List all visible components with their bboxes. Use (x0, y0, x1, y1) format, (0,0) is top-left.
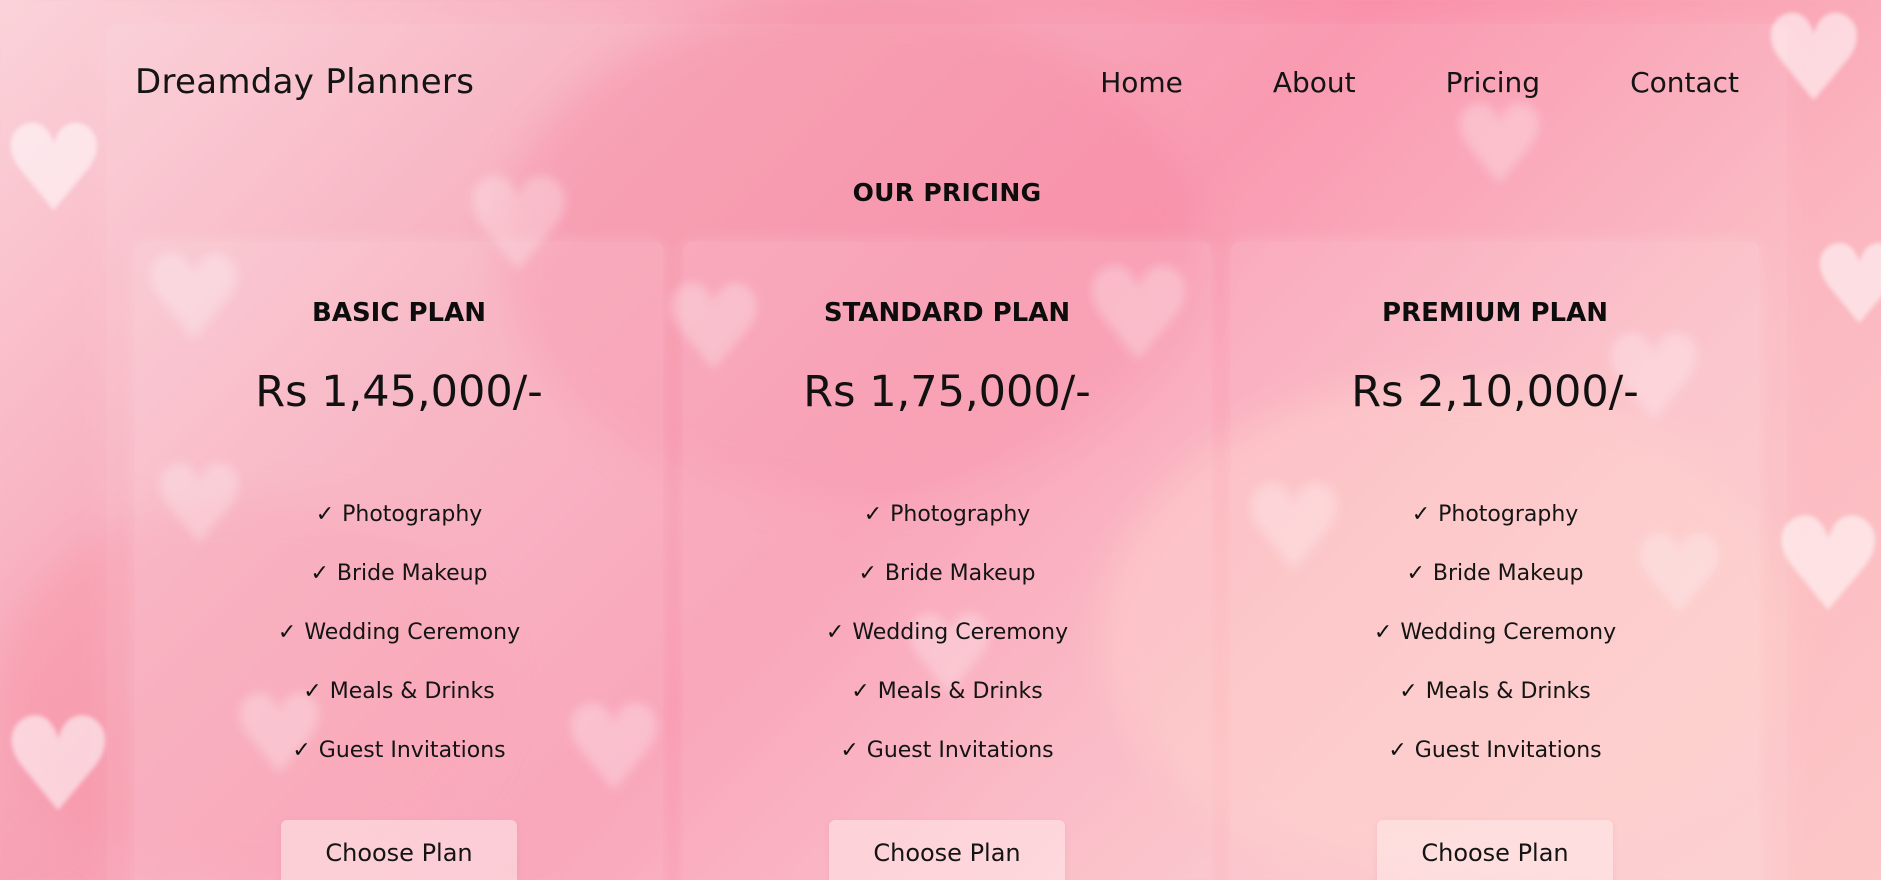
feature-item: ✓ Meals & Drinks (1231, 679, 1759, 738)
main-nav: Home About Pricing Contact (1100, 66, 1739, 99)
pricing-cards: BASIC PLAN Rs 1,45,000/- ✓ Photography ✓ B… (135, 242, 1759, 880)
feature-item: ✓ Photography (135, 502, 663, 561)
feature-label: Photography (1438, 502, 1579, 527)
choose-plan-button[interactable]: Choose Plan (1377, 820, 1613, 880)
plan-title: PREMIUM PLAN (1382, 298, 1608, 328)
feature-label: Wedding Ceremony (1400, 620, 1617, 645)
heart-icon: ♥ (0, 100, 108, 239)
nav-home[interactable]: Home (1100, 66, 1183, 99)
feature-label: Photography (890, 502, 1031, 527)
page-container: Dreamday Planners Home About Pricing Con… (107, 24, 1787, 880)
feature-label: Wedding Ceremony (304, 620, 521, 645)
check-icon: ✓ (825, 620, 845, 645)
feature-list: ✓ Photography ✓ Bride Makeup ✓ Wedding Cere… (135, 502, 663, 797)
feature-label: Wedding Ceremony (852, 620, 1069, 645)
nav-contact[interactable]: Contact (1630, 66, 1739, 99)
feature-label: Guest Invitations (866, 738, 1054, 763)
check-icon: ✓ (1388, 738, 1407, 763)
plan-price: Rs 2,10,000/- (1351, 367, 1639, 417)
nav-pricing[interactable]: Pricing (1446, 66, 1540, 99)
choose-plan-button[interactable]: Choose Plan (281, 820, 517, 880)
plan-card-premium: PREMIUM PLAN Rs 2,10,000/- ✓ Photography … (1231, 242, 1759, 880)
feature-label: Meals & Drinks (877, 679, 1043, 704)
plan-title: BASIC PLAN (312, 298, 486, 328)
brand-logo-text[interactable]: Dreamday Planners (135, 62, 474, 102)
feature-item: ✓ Photography (1231, 502, 1759, 561)
check-icon: ✓ (851, 679, 870, 704)
feature-label: Bride Makeup (884, 561, 1036, 586)
feature-list: ✓ Photography ✓ Bride Makeup ✓ Wedding Cere… (683, 502, 1211, 797)
check-icon: ✓ (1411, 502, 1431, 527)
feature-item: ✓ Bride Makeup (135, 561, 663, 620)
plan-card-standard: STANDARD PLAN Rs 1,75,000/- ✓ Photography… (683, 242, 1211, 880)
check-icon: ✓ (292, 738, 311, 763)
feature-label: Guest Invitations (1414, 738, 1602, 763)
check-icon: ✓ (858, 561, 877, 586)
feature-label: Meals & Drinks (329, 679, 495, 704)
check-icon: ✓ (840, 738, 859, 763)
feature-label: Photography (342, 502, 483, 527)
feature-label: Bride Makeup (336, 561, 488, 586)
check-icon: ✓ (863, 502, 883, 527)
heart-icon: ♥ (1810, 221, 1881, 349)
feature-item: ✓ Guest Invitations (683, 738, 1211, 797)
plan-card-basic: BASIC PLAN Rs 1,45,000/- ✓ Photography ✓ B… (135, 242, 663, 880)
choose-plan-button[interactable]: Choose Plan (829, 820, 1065, 880)
feature-item: ✓ Meals & Drinks (135, 679, 663, 738)
feature-label: Guest Invitations (318, 738, 506, 763)
feature-label: Bride Makeup (1432, 561, 1584, 586)
check-icon: ✓ (310, 561, 329, 586)
check-icon: ✓ (1373, 620, 1393, 645)
heart-icon: ♥ (0, 689, 117, 841)
check-icon: ✓ (277, 620, 297, 645)
feature-item: ✓ Guest Invitations (135, 738, 663, 797)
feature-item: ✓ Wedding Ceremony (1231, 620, 1759, 679)
feature-item: ✓ Bride Makeup (1231, 561, 1759, 620)
feature-list: ✓ Photography ✓ Bride Makeup ✓ Wedding Cere… (1231, 502, 1759, 797)
check-icon: ✓ (315, 502, 335, 527)
feature-item: ✓ Guest Invitations (1231, 738, 1759, 797)
plan-price: Rs 1,45,000/- (255, 367, 543, 417)
check-icon: ✓ (303, 679, 322, 704)
feature-label: Meals & Drinks (1425, 679, 1591, 704)
feature-item: ✓ Wedding Ceremony (135, 620, 663, 679)
feature-item: ✓ Wedding Ceremony (683, 620, 1211, 679)
nav-about[interactable]: About (1273, 66, 1356, 99)
feature-item: ✓ Bride Makeup (683, 561, 1211, 620)
check-icon: ✓ (1399, 679, 1418, 704)
plan-title: STANDARD PLAN (823, 298, 1071, 328)
feature-item: ✓ Meals & Drinks (683, 679, 1211, 738)
check-icon: ✓ (1406, 561, 1425, 586)
section-title: OUR PRICING (852, 178, 1042, 207)
feature-item: ✓ Photography (683, 502, 1211, 561)
plan-price: Rs 1,75,000/- (803, 367, 1091, 417)
